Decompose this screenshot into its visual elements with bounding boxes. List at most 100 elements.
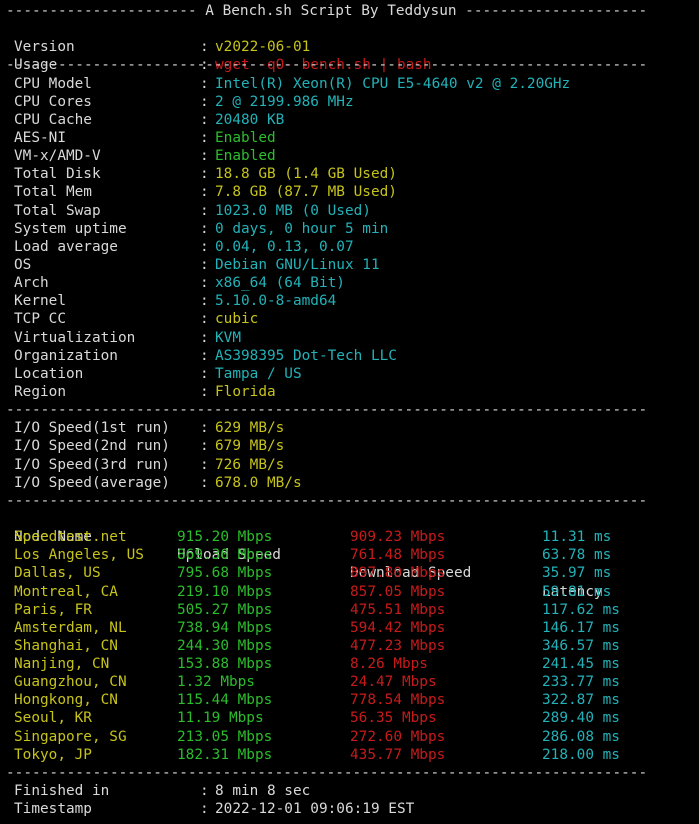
download-speed: 909.23 Mbps [350, 529, 446, 546]
system-key: Region [14, 383, 66, 400]
system-row: Virtualization: KVM [6, 329, 699, 347]
system-key: CPU Cores [14, 93, 92, 110]
latency: 346.57 ms [542, 637, 620, 654]
node-name: Hongkong, CN [14, 692, 118, 709]
download-speed: 897.80 Mbps [350, 565, 446, 582]
system-key: OS [14, 256, 32, 273]
latency: 117.62 ms [542, 601, 620, 618]
system-row: System uptime:0 days, 0 hour 5 min [6, 220, 699, 238]
system-value: 5.10.0-8-amd64 [215, 293, 337, 310]
system-row: Organization: AS398395 Dot-Tech LLC [6, 347, 699, 365]
io-row: I/O Speed(2nd run):679 MB/s [6, 437, 699, 455]
colon: : [200, 184, 209, 201]
upload-speed: 1.32 Mbps [177, 674, 255, 691]
system-key: VM-x/AMD-V [14, 148, 101, 165]
section-rule: ----------------------------------------… [6, 492, 648, 509]
latency: 59.81 ms [542, 583, 612, 600]
download-speed: 24.47 Mbps [350, 674, 437, 691]
upload-speed: 219.10 Mbps [177, 583, 273, 600]
section-rule: ----------------------------------------… [6, 57, 648, 74]
download-speed: 56.35 Mbps [350, 710, 437, 727]
io-value: 629 MB/s [215, 420, 285, 437]
upload-speed: 505.27 Mbps [177, 601, 273, 618]
title-rule: ---------------------- A Bench.sh Script… [6, 3, 648, 19]
upload-speed: 11.19 Mbps [177, 710, 264, 727]
node-name: Dallas, US [14, 565, 101, 582]
system-key: Location [14, 365, 84, 382]
colon: : [200, 93, 209, 110]
system-row: Location: Tampa / US [6, 365, 699, 383]
system-row: Load average:0.04, 0.13, 0.07 [6, 238, 699, 256]
system-row: Total Swap:1023.0 MB (0 Used) [6, 202, 699, 220]
colon: : [200, 347, 209, 364]
table-row: Paris, FR 505.27 Mbps 475.51 Mbps 117.62 ms [6, 601, 699, 619]
colon: : [200, 75, 209, 92]
colon: : [200, 783, 209, 800]
colon: : [200, 129, 209, 146]
meta-row-usage: Usage: wget -qO- bench.sh | bash [6, 38, 699, 73]
colon: : [200, 420, 209, 437]
latency: 233.77 ms [542, 674, 620, 691]
table-row: Dallas, US 795.68 Mbps 897.80 Mbps 35.97 ms [6, 564, 699, 582]
table-row: Amsterdam, NL 738.94 Mbps 594.42 Mbps 146.1… [6, 619, 699, 637]
system-value: Tampa / US [215, 365, 302, 382]
colon: : [200, 329, 209, 346]
system-value: Intel(R) Xeon(R) CPU E5-4640 v2 @ 2.20GH… [215, 75, 571, 92]
io-value: 726 MB/s [215, 456, 285, 473]
system-value: Florida [215, 383, 276, 400]
upload-speed: 869.30 Mbps [177, 547, 273, 564]
system-key: CPU Cache [14, 111, 92, 128]
download-speed: 477.23 Mbps [350, 637, 446, 654]
system-value: 7.8 GB (87.7 MB Used) [215, 184, 397, 201]
system-value: 1023.0 MB (0 Used) [215, 202, 371, 219]
system-key: AES-NI [14, 129, 66, 146]
io-key: I/O Speed(2nd run) [14, 438, 170, 455]
system-row: Arch: x86_64 (64 Bit) [6, 274, 699, 292]
system-row: TCP CC: cubic [6, 310, 699, 328]
download-speed: 857.05 Mbps [350, 583, 446, 600]
node-name: Speedtest.net [14, 529, 127, 546]
colon: : [200, 365, 209, 382]
footer-row-timestamp: Timestamp:2022-12-01 09:06:19 EST [6, 800, 699, 818]
footer-key: Finished in [14, 783, 110, 800]
latency: 146.17 ms [542, 619, 620, 636]
system-key: Kernel [14, 293, 66, 310]
colon: : [200, 256, 209, 273]
meta-row-version: Version: v2022-06-01 [6, 20, 699, 55]
system-value: KVM [215, 329, 241, 346]
colon: : [200, 474, 209, 491]
footer-row-finished: Finished in:8 min 8 sec [6, 782, 699, 800]
table-row: Singapore, SG 213.05 Mbps 272.60 Mbps 286.0… [6, 728, 699, 746]
upload-speed: 182.31 Mbps [177, 746, 273, 763]
system-row: CPU Model: Intel(R) Xeon(R) CPU E5-4640 v… [6, 75, 699, 93]
system-row: Kernel:5.10.0-8-amd64 [6, 292, 699, 310]
download-speed: 594.42 Mbps [350, 619, 446, 636]
download-speed: 761.48 Mbps [350, 547, 446, 564]
io-row: I/O Speed(average):678.0 MB/s [6, 474, 699, 492]
table-row: Los Angeles, US 869.30 Mbps 761.48 Mbps 63.… [6, 546, 699, 564]
upload-speed: 115.44 Mbps [177, 692, 273, 709]
colon: : [200, 238, 209, 255]
colon: : [200, 202, 209, 219]
system-value: Enabled [215, 129, 276, 146]
system-value: x86_64 (64 Bit) [215, 275, 345, 292]
latency: 241.45 ms [542, 656, 620, 673]
system-key: Load average [14, 238, 118, 255]
system-value: 0.04, 0.13, 0.07 [215, 238, 354, 255]
io-key: I/O Speed(3rd run) [14, 456, 170, 473]
download-speed: 475.51 Mbps [350, 601, 446, 618]
speed-table-header: Node Name Upload Speed Download Speed La… [6, 510, 699, 599]
upload-speed: 244.30 Mbps [177, 637, 273, 654]
io-row: I/O Speed(3rd run):726 MB/s [6, 456, 699, 474]
node-name: Amsterdam, NL [14, 619, 127, 636]
table-row: Guangzhou, CN 1.32 Mbps 24.47 Mbps 233.77 m… [6, 673, 699, 691]
system-row: Region: Florida [6, 383, 699, 401]
latency: 11.31 ms [542, 529, 612, 546]
download-speed: 272.60 Mbps [350, 728, 446, 745]
colon: : [200, 456, 209, 473]
latency: 289.40 ms [542, 710, 620, 727]
colon: : [200, 111, 209, 128]
system-key: Organization [14, 347, 118, 364]
system-value: 20480 KB [215, 111, 285, 128]
colon: : [200, 293, 209, 310]
